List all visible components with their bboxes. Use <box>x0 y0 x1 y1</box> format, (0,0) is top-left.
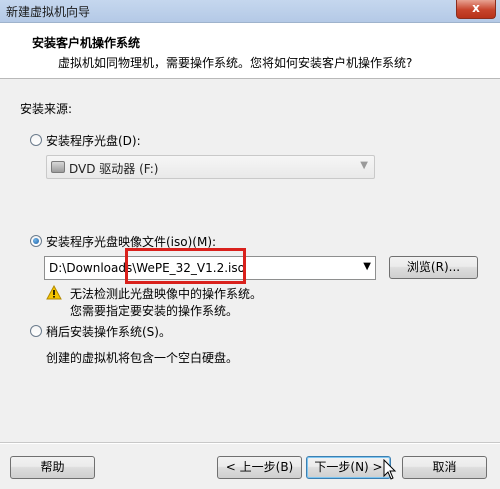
page-subtitle: 虚拟机如同物理机，需要操作系统。您将如何安装客户机操作系统? <box>58 56 413 70</box>
close-icon: x <box>472 1 480 15</box>
window-title: 新建虚拟机向导 <box>6 5 91 19</box>
cancel-button[interactable]: 取消 <box>402 456 487 479</box>
back-button[interactable]: < 上一步(B) <box>217 456 302 479</box>
iso-path-prefix: D:\Downloads\ <box>49 261 137 275</box>
page-title: 安装客户机操作系统 <box>32 36 141 50</box>
radio-install-later[interactable] <box>30 325 42 337</box>
wizard-header: 安装客户机操作系统 虚拟机如同物理机，需要操作系统。您将如何安装客户机操作系统? <box>0 23 500 79</box>
warning-text-line2: 您需要指定要安装的操作系统。 <box>70 304 239 318</box>
chevron-down-icon: ▼ <box>360 160 368 171</box>
title-bar: 新建虚拟机向导 x <box>0 0 500 23</box>
close-button[interactable]: x <box>456 0 496 19</box>
help-button[interactable]: 帮助 <box>10 456 95 479</box>
radio-iso-image[interactable] <box>30 235 42 247</box>
install-later-description: 创建的虚拟机将包含一个空白硬盘。 <box>46 351 239 365</box>
browse-button[interactable]: 浏览(R)... <box>389 256 478 279</box>
disc-drive-select[interactable]: DVD 驱动器 (F:) ▼ <box>46 155 375 179</box>
mouse-cursor-icon <box>383 459 397 480</box>
dvd-drive-icon <box>51 161 65 173</box>
next-button[interactable]: 下一步(N) > <box>306 456 391 479</box>
warning-text-line1: 无法检测此光盘映像中的操作系统。 <box>70 287 263 301</box>
chevron-down-icon: ▼ <box>363 261 371 272</box>
radio-install-later-label[interactable]: 稍后安装操作系统(S)。 <box>46 323 171 340</box>
radio-installer-disc[interactable] <box>30 134 42 146</box>
install-source-label: 安装来源: <box>20 102 73 116</box>
warning-icon <box>46 285 62 300</box>
footer-divider-highlight <box>0 443 500 444</box>
radio-installer-disc-label[interactable]: 安装程序光盘(D): <box>46 132 141 149</box>
filename-highlight-box <box>125 248 246 284</box>
disc-drive-value: DVD 驱动器 (F:) <box>69 162 159 176</box>
